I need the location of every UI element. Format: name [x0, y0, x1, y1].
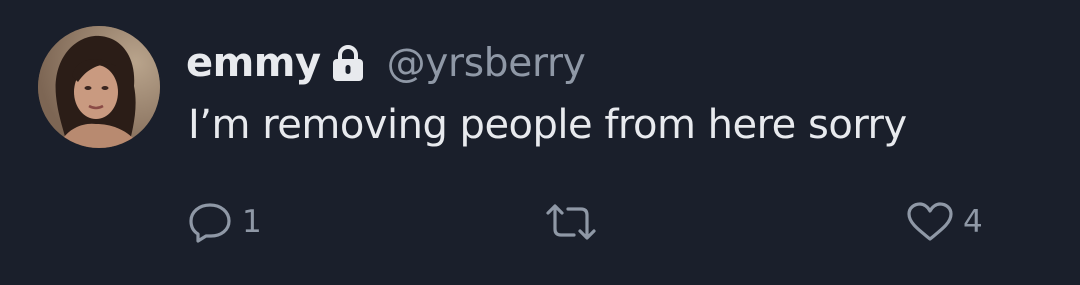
- like-count: 4: [963, 204, 983, 240]
- tweet-text: I’m removing people from here sorry: [188, 102, 907, 148]
- like-button[interactable]: 4: [905, 200, 983, 244]
- lock-icon: [331, 44, 365, 82]
- retweet-button[interactable]: [540, 200, 602, 244]
- tweet-header: emmy @yrsberry: [186, 38, 586, 88]
- heart-icon: [905, 200, 955, 244]
- reply-count: 1: [242, 204, 262, 240]
- display-name[interactable]: emmy: [186, 40, 321, 86]
- tweet-card: emmy @yrsberry I’m removing people from …: [0, 0, 1080, 285]
- reply-icon: [188, 201, 234, 243]
- user-handle[interactable]: @yrsberry: [387, 41, 586, 86]
- retweet-icon: [540, 201, 602, 243]
- reply-button[interactable]: 1: [188, 200, 262, 244]
- avatar[interactable]: [38, 26, 160, 148]
